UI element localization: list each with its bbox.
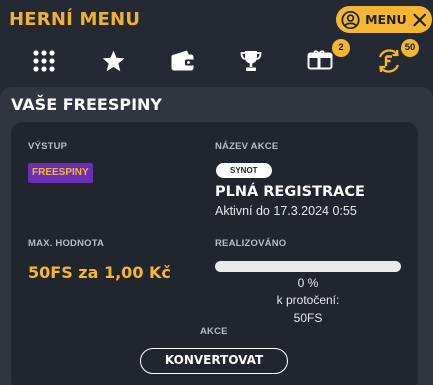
realized-label: REALIZOVÁNO — [215, 238, 287, 249]
realized-progress-bar — [215, 261, 401, 272]
gift-card-icon[interactable] — [307, 48, 333, 74]
promo-name: PLNÁ REGISTRACE — [215, 184, 365, 200]
convert-button[interactable]: KONVERTOVAT — [140, 348, 288, 374]
freespin-icon[interactable] — [376, 48, 402, 74]
wallet-icon[interactable] — [170, 48, 196, 74]
freespin-card — [11, 122, 418, 385]
user-icon — [341, 10, 360, 29]
panel-title: VAŠE FREESPINY — [11, 95, 162, 114]
max-value: 50FS za 1,00 Kč — [28, 263, 171, 282]
max-value-label: MAX. HODNOTA — [28, 238, 105, 249]
star-icon[interactable] — [100, 48, 126, 74]
promo-status: Aktivní do 17.3.2024 0:55 — [215, 204, 357, 218]
menu-button-label: MENU — [365, 12, 407, 27]
provider-chip: SYNOT — [216, 163, 272, 178]
trophy-icon[interactable] — [238, 48, 264, 74]
icon-navigation: 2 50 — [0, 39, 433, 82]
progress-text: 0 % — [297, 276, 319, 290]
menu-button[interactable]: MENU — [336, 6, 432, 33]
output-chip: FREESPINY — [28, 163, 93, 183]
app-title: HERNÍ MENU — [9, 8, 141, 30]
close-icon — [413, 13, 426, 26]
rollover-label: k protočení: — [276, 293, 340, 307]
rollover-value: 50FS — [293, 311, 323, 325]
gift-card-badge: 2 — [332, 39, 350, 57]
freespin-badge: 50 — [401, 39, 419, 57]
grid-icon[interactable] — [31, 48, 57, 74]
action-label: AKCE — [200, 326, 228, 337]
output-label: VÝSTUP — [28, 141, 68, 152]
promo-name-label: NÁZEV AKCE — [215, 141, 279, 152]
